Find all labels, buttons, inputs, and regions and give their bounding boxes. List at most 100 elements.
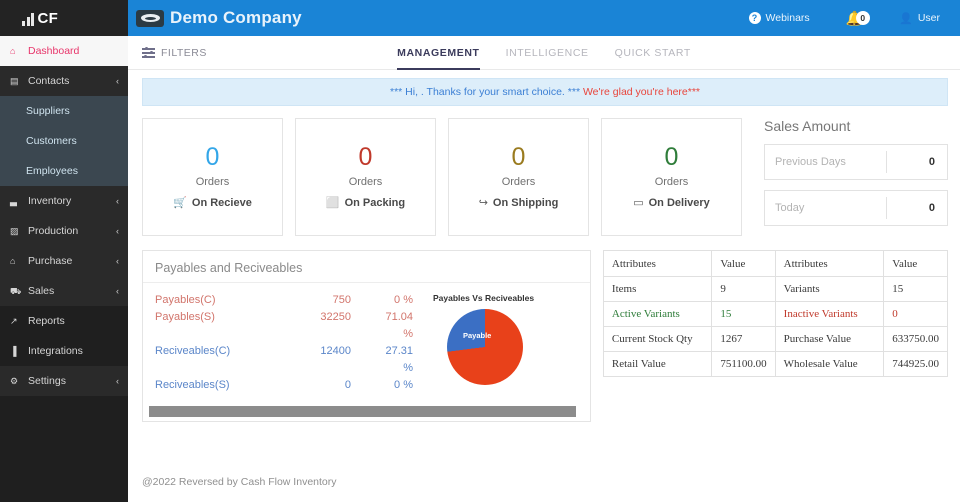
payables-percent-sign: % — [351, 328, 413, 340]
sidebar: CF ⌂Dashboard ▤ Contacts ‹ SuppliersCustomer… — [0, 0, 128, 502]
payables-amount: 32250 — [273, 311, 351, 323]
sidebar-nav: ⌂Dashboard ▤ Contacts ‹ SuppliersCustomers Em… — [0, 36, 128, 502]
sidebar-item-dashboard[interactable]: ⌂Dashboard — [0, 36, 128, 66]
cart-icon: ⛟ — [10, 287, 24, 296]
table-row: Active Variants15Inactive Variants0 — [603, 302, 947, 327]
top-bar-actions: ? Webinars 🔔 0 👤 User — [749, 11, 940, 25]
sidebar-item-label: Inventory — [28, 195, 71, 207]
payables-row: Payables(S)3225071.04 — [143, 306, 433, 323]
chevron-left-icon: ‹ — [116, 226, 119, 236]
sidebar-item-label: Integrations — [28, 345, 83, 357]
sidebar-item-sales[interactable]: ⛟Sales‹ — [0, 276, 128, 306]
sales-field-previous-days[interactable]: Previous Days0 — [764, 144, 948, 180]
tab-management[interactable]: MANAGEMENT — [397, 36, 479, 70]
order-card-on-packing[interactable]: 0Orders⬜On Packing — [295, 118, 436, 236]
payables-percent: 0 % — [351, 294, 413, 306]
table-cell: Retail Value — [603, 352, 711, 377]
sidebar-brand[interactable]: CF — [0, 0, 128, 36]
banner-red-text: We're glad you're here*** — [583, 86, 700, 98]
sidebar-item-label: Employees — [26, 165, 78, 177]
order-card-on-shipping[interactable]: 0Orders↪On Shipping — [448, 118, 589, 236]
app-root: CF ⌂Dashboard ▤ Contacts ‹ SuppliersCustomer… — [0, 0, 960, 502]
truck-icon: ▭ — [633, 196, 643, 209]
user-label: User — [918, 12, 940, 24]
table-body: Items9Variants15Active Variants15Inactiv… — [603, 277, 947, 377]
payables-panel-title: Payables and Reciveables — [143, 251, 590, 283]
order-card-on-recieve[interactable]: 0Orders🛒On Recieve — [142, 118, 283, 236]
table-cell: Items — [603, 277, 711, 302]
table-cell: 15 — [712, 302, 775, 327]
payables-name: Reciveables(C) — [143, 345, 273, 357]
gear-icon: ⚙ — [10, 377, 24, 386]
table-row: Items9Variants15 — [603, 277, 947, 302]
sidebar-item-reports[interactable]: ↗Reports — [0, 306, 128, 336]
pie-slice-label: Payable — [463, 331, 491, 340]
sidebar-item-inventory[interactable]: ▃ Inventory ‹ — [0, 186, 128, 216]
tab-quick-start[interactable]: QUICK START — [615, 36, 691, 70]
brand-text: CF — [38, 10, 59, 27]
sidebar-item-customers[interactable]: Customers — [0, 126, 128, 156]
main-area: Demo Company ? Webinars 🔔 0 👤 User — [128, 0, 960, 502]
notification-count-badge: 0 — [856, 11, 870, 25]
sales-field-label: Previous Days — [765, 156, 886, 168]
order-card-on-delivery[interactable]: 0Orders▭On Delivery — [601, 118, 742, 236]
table-cell: Current Stock Qty — [603, 327, 711, 352]
box-icon: ▃ — [10, 197, 24, 206]
table-column-header: Attributes — [603, 251, 711, 277]
webinars-link[interactable]: ? Webinars — [749, 12, 810, 24]
payables-percent: 27.31 — [351, 345, 413, 357]
sidebar-item-integrations[interactable]: ▐Integrations — [0, 336, 128, 366]
payables-vs-receivables-pie: Payable — [447, 309, 523, 385]
table-cell: 15 — [884, 277, 948, 302]
order-status: ↪On Shipping — [479, 196, 559, 209]
sidebar-item-suppliers[interactable]: Suppliers — [0, 96, 128, 126]
payables-percent: 71.04 — [351, 311, 413, 323]
sidebar-item-label: Dashboard — [28, 45, 79, 57]
order-status: ▭On Delivery — [633, 196, 710, 209]
sidebar-item-label: Purchase — [28, 255, 72, 267]
sales-field-today[interactable]: Today0 — [764, 190, 948, 226]
order-count: 0 — [206, 145, 220, 170]
pie-chart-title: Payables Vs Reciveables — [433, 293, 590, 303]
content: *** Hi, . Thanks for your smart choice. … — [128, 70, 960, 462]
sidebar-item-production[interactable]: ▨Production‹ — [0, 216, 128, 246]
order-status-label: On Recieve — [192, 197, 252, 209]
sidebar-item-label: Production — [28, 225, 78, 237]
table-cell: Purchase Value — [775, 327, 884, 352]
payables-percent-wrap: % — [143, 357, 433, 374]
table-cell: 9 — [712, 277, 775, 302]
sidebar-item-settings[interactable]: ⚙Settings‹ — [0, 366, 128, 396]
chevron-left-icon: ‹ — [116, 196, 119, 206]
sales-field-label: Today — [765, 202, 886, 214]
sidebar-item-contacts[interactable]: ▤Contacts‹ — [0, 66, 128, 96]
table-header-row: AttributesValueAttributesValue — [603, 251, 947, 277]
chevron-left-icon: ‹ — [116, 256, 119, 266]
chart-line-icon: ↗ — [10, 317, 24, 326]
box-icon: ⬜ — [326, 196, 340, 209]
horizontal-scrollbar[interactable] — [149, 406, 576, 417]
payables-percent-wrap: % — [143, 323, 433, 340]
user-menu[interactable]: 👤 User — [899, 12, 940, 25]
table-column-header: Value — [884, 251, 948, 277]
table-row: Current Stock Qty1267Purchase Value63375… — [603, 327, 947, 352]
payables-row: Reciveables(S)00 % — [143, 374, 433, 391]
sales-field-value: 0 — [887, 202, 947, 214]
table-row: Retail Value751100.00Wholesale Value7449… — [603, 352, 947, 377]
table-cell: 633750.00 — [884, 327, 948, 352]
contact-card-icon: ▤ — [10, 77, 24, 86]
stats-row: 0Orders🛒On Recieve0Orders⬜On Packing0Ord… — [142, 118, 948, 236]
sidebar-item-purchase[interactable]: ⌂Purchase‹ — [0, 246, 128, 276]
sidebar-item-employees[interactable]: Employees — [0, 156, 128, 186]
order-label: Orders — [349, 176, 383, 188]
order-status-label: On Shipping — [493, 197, 558, 209]
payables-row: Reciveables(C)1240027.31 — [143, 340, 433, 357]
table-column-header: Value — [712, 251, 775, 277]
question-circle-icon: ? — [749, 12, 761, 24]
table-cell: 751100.00 — [712, 352, 775, 377]
tab-intelligence[interactable]: INTELLIGENCE — [506, 36, 589, 70]
sidebar-item-label: Contacts — [28, 75, 69, 87]
tabs-list: MANAGEMENT INTELLIGENCE QUICK START — [128, 36, 960, 70]
payables-percent: 0 % — [351, 379, 413, 391]
notifications-button[interactable]: 🔔 0 — [846, 11, 863, 25]
sidebar-submenu: SuppliersCustomers Employees — [0, 96, 128, 186]
